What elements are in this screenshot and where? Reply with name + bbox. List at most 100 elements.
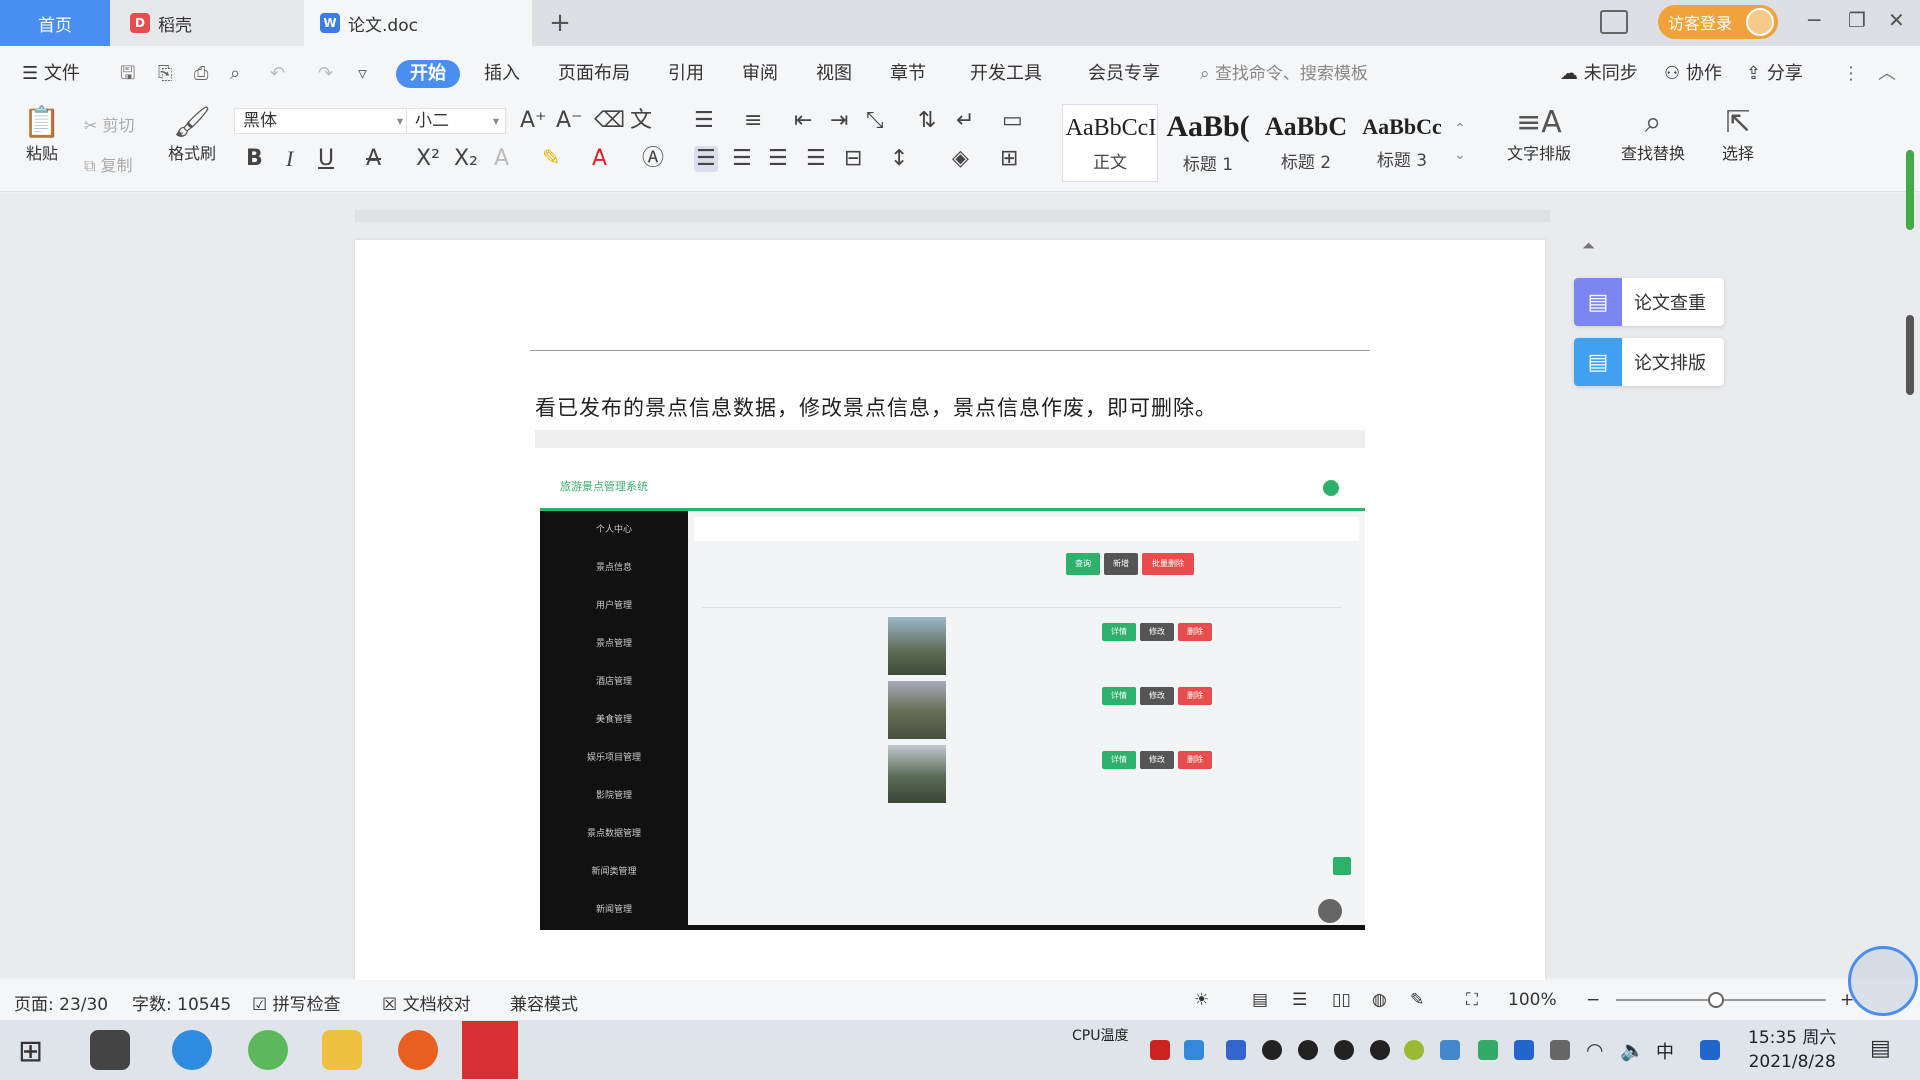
wifi-icon[interactable]: ◠ bbox=[1586, 1038, 1603, 1062]
minimize-icon[interactable]: ─ bbox=[1808, 8, 1820, 32]
clock[interactable]: 15:35 周六 2021/8/28 bbox=[1748, 1026, 1836, 1074]
font-color-icon[interactable]: A bbox=[592, 146, 607, 172]
justify-icon[interactable]: ☰ bbox=[806, 146, 826, 172]
print-icon[interactable]: ⎙ bbox=[194, 60, 208, 88]
preview-icon[interactable]: ⌕ bbox=[230, 60, 240, 88]
phonetic-icon[interactable]: 文 bbox=[630, 108, 652, 134]
align-right-icon[interactable]: ☰ bbox=[768, 146, 788, 172]
tray-icon[interactable] bbox=[1404, 1040, 1424, 1060]
tab-start[interactable]: 开始 bbox=[396, 60, 460, 88]
proofread-button[interactable]: ☒ 文档校对 bbox=[382, 990, 471, 1015]
new-tab-button[interactable]: + bbox=[540, 0, 580, 46]
tab-document[interactable]: W 论文.doc bbox=[304, 0, 532, 46]
redo-icon[interactable]: ↷ bbox=[318, 60, 333, 88]
text-layout-button[interactable]: ≡A 文字排版 bbox=[1494, 106, 1584, 164]
ie-icon[interactable] bbox=[172, 1030, 212, 1070]
distribute-icon[interactable]: ⊟ bbox=[844, 146, 862, 172]
nvidia-icon[interactable] bbox=[1478, 1040, 1498, 1060]
italic-icon[interactable]: I bbox=[286, 146, 293, 172]
sync-button[interactable]: ☁ 未同步 bbox=[1560, 60, 1638, 88]
tab-references[interactable]: 引用 bbox=[668, 60, 704, 88]
qq-icon[interactable] bbox=[1370, 1040, 1390, 1060]
char-border-icon[interactable]: Ⓐ bbox=[642, 146, 664, 172]
outline-view-icon[interactable]: ☰ bbox=[1292, 990, 1307, 1010]
tab-view[interactable]: 视图 bbox=[816, 60, 852, 88]
word-count[interactable]: 字数: 10545 bbox=[132, 990, 231, 1015]
line-spacing-icon[interactable]: ↕ bbox=[890, 146, 908, 172]
game-icon[interactable] bbox=[398, 1030, 438, 1070]
tray-icon[interactable] bbox=[1184, 1040, 1204, 1060]
collapse-ribbon-icon[interactable]: ︿ bbox=[1878, 60, 1896, 88]
tab-daoke[interactable]: D 稻壳 bbox=[110, 0, 304, 46]
zoom-level[interactable]: 100% bbox=[1508, 990, 1557, 1010]
save-icon[interactable]: 🖫 bbox=[120, 60, 135, 88]
reading-mode-icon[interactable] bbox=[1600, 10, 1628, 34]
cut-button[interactable]: ✂ 剪切 bbox=[84, 112, 135, 136]
spell-check-button[interactable]: ☑ 拼写检查 bbox=[252, 990, 341, 1015]
align-left-icon[interactable]: ☰ bbox=[694, 146, 718, 172]
tab-developer[interactable]: 开发工具 bbox=[970, 60, 1042, 88]
shrink-font-icon[interactable]: A⁻ bbox=[556, 108, 583, 134]
text-direction-icon[interactable]: ⤡ bbox=[866, 108, 884, 134]
sort-icon[interactable]: ⇅ bbox=[918, 108, 936, 134]
text-effect-icon[interactable]: A bbox=[494, 146, 509, 172]
qq-icon[interactable] bbox=[1298, 1040, 1318, 1060]
page-view-icon[interactable]: ▤ bbox=[1252, 990, 1268, 1010]
cpu-temp-widget[interactable]: CPU温度 bbox=[1072, 1026, 1128, 1046]
body-paragraph[interactable]: 看已发布的景点信息数据，修改景点信息，景点信息作废，即可删除。 bbox=[535, 392, 1217, 422]
battery-icon[interactable] bbox=[1550, 1040, 1570, 1060]
login-button[interactable]: 访客登录 bbox=[1658, 5, 1778, 39]
style-heading-3[interactable]: AaBbCc 标题 3 bbox=[1354, 104, 1450, 182]
file-explorer-icon[interactable] bbox=[322, 1030, 362, 1070]
tab-home[interactable]: 首页 bbox=[0, 0, 110, 46]
format-painter-button[interactable]: 🖌 格式刷 bbox=[160, 106, 224, 164]
fit-page-icon[interactable]: ⛶ bbox=[1466, 990, 1478, 1010]
font-name-select[interactable]: 黑体 ▾ bbox=[234, 108, 410, 134]
bluetooth-icon[interactable] bbox=[1514, 1040, 1534, 1060]
shading-icon[interactable]: ◈ bbox=[952, 146, 969, 172]
tray-icon[interactable] bbox=[1440, 1040, 1460, 1060]
embedded-screenshot[interactable]: 旅游景点管理系统 个人中心 景点信息 用户管理 景点管理 酒店管理 美食管理 娱… bbox=[535, 430, 1365, 930]
align-center-icon[interactable]: ☰ bbox=[732, 146, 752, 172]
zoom-slider-handle[interactable] bbox=[1708, 992, 1724, 1008]
highlight-icon[interactable]: ✎ bbox=[542, 146, 560, 172]
app-icon[interactable] bbox=[90, 1030, 130, 1070]
decrease-indent-icon[interactable]: ⇤ bbox=[794, 108, 812, 134]
paper-layout-button[interactable]: ▤ 论文排版 bbox=[1574, 338, 1724, 386]
style-normal[interactable]: AaBbCcI 正文 bbox=[1062, 104, 1158, 182]
font-size-select[interactable]: 小二 ▾ bbox=[406, 108, 506, 134]
collab-button[interactable]: ⚇ 协作 bbox=[1664, 60, 1722, 88]
clear-format-icon[interactable]: ⌫ bbox=[594, 108, 625, 134]
floating-assistant[interactable] bbox=[1848, 946, 1918, 1016]
style-heading-2[interactable]: AaBbC 标题 2 bbox=[1258, 104, 1354, 182]
notification-icon[interactable]: ▤ bbox=[1870, 1036, 1891, 1061]
grow-font-icon[interactable]: A⁺ bbox=[520, 108, 547, 134]
tab-page-layout[interactable]: 页面布局 bbox=[558, 60, 630, 88]
copy-button[interactable]: ⧉ 复制 bbox=[84, 152, 133, 176]
ime-indicator[interactable]: 中 bbox=[1656, 1038, 1674, 1064]
select-button[interactable]: ⇱ 选择 bbox=[1708, 106, 1768, 164]
find-replace-button[interactable]: ⌕ 查找替换 bbox=[1608, 106, 1698, 164]
qq-icon[interactable] bbox=[1334, 1040, 1354, 1060]
vertical-scrollbar[interactable] bbox=[1906, 150, 1914, 230]
line-break-icon[interactable]: ↵ bbox=[956, 108, 974, 134]
bold-icon[interactable]: B bbox=[246, 146, 263, 172]
panel-collapse-icon[interactable]: ⏶ bbox=[1582, 236, 1595, 256]
volume-icon[interactable]: 🔈 bbox=[1620, 1038, 1645, 1062]
command-search[interactable]: ⌕ 查找命令、搜索模板 bbox=[1200, 60, 1368, 88]
more-icon[interactable]: ⋮ bbox=[1842, 60, 1860, 88]
increase-indent-icon[interactable]: ⇥ bbox=[830, 108, 848, 134]
numbered-list-icon[interactable]: ≡ bbox=[744, 108, 762, 134]
tab-member[interactable]: 会员专享 bbox=[1088, 60, 1160, 88]
underline-icon[interactable]: U bbox=[318, 146, 334, 172]
qq-icon[interactable] bbox=[1262, 1040, 1282, 1060]
paste-button[interactable]: 📋 粘贴 bbox=[16, 106, 68, 164]
tray-icon[interactable] bbox=[1150, 1040, 1170, 1060]
web-view-icon[interactable]: ◍ bbox=[1372, 990, 1387, 1010]
page-indicator[interactable]: 页面: 23/30 bbox=[14, 990, 108, 1015]
zoom-out-icon[interactable]: − bbox=[1586, 990, 1600, 1010]
windows-start-icon[interactable]: ⊞ bbox=[18, 1034, 43, 1069]
eye-protect-icon[interactable]: ☀ bbox=[1194, 990, 1209, 1010]
shield-icon[interactable] bbox=[1226, 1040, 1246, 1060]
export-icon[interactable]: ⎘ bbox=[158, 60, 172, 88]
